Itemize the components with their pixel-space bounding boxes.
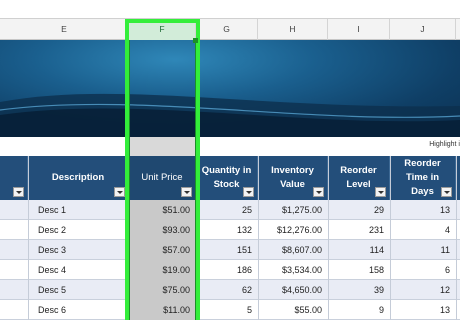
banner-wave-graphic — [0, 93, 460, 137]
header-cell-unit-price[interactable]: Unit Price — [129, 156, 196, 200]
filter-dropdown-icon[interactable] — [243, 187, 254, 197]
unit-price-cell[interactable]: $11.00 — [129, 300, 196, 320]
description-cell[interactable]: Desc 6 — [28, 300, 129, 320]
table-cell[interactable] — [0, 240, 28, 260]
filter-dropdown-icon[interactable] — [114, 187, 125, 197]
table-row: Desc 6 $11.00 5 $55.00 9 13 — [0, 300, 460, 320]
table-row: Desc 1 $51.00 25 $1,275.00 29 13 — [0, 200, 460, 220]
column-header-g[interactable]: G — [196, 19, 258, 40]
header-cell-quantity[interactable]: Quantity in Stock — [196, 156, 258, 200]
header-cell-inventory-value[interactable]: Inventory Value — [258, 156, 328, 200]
reorder-level-cell[interactable]: 39 — [328, 280, 390, 300]
gridline — [196, 156, 197, 320]
gridline — [258, 156, 259, 320]
fill-handle[interactable] — [193, 38, 198, 43]
quantity-cell[interactable]: 25 — [196, 200, 258, 220]
table-cell[interactable] — [0, 280, 28, 300]
table-row: Desc 5 $75.00 62 $4,650.00 39 12 — [0, 280, 460, 300]
gridline — [28, 156, 29, 320]
filter-dropdown-icon[interactable] — [313, 187, 324, 197]
description-cell[interactable]: Desc 5 — [28, 280, 129, 300]
description-cell[interactable]: Desc 4 — [28, 260, 129, 280]
column-header-h[interactable]: H — [258, 19, 328, 40]
reorder-time-cell[interactable]: 13 — [390, 300, 456, 320]
inventory-value-cell[interactable]: $4,650.00 — [258, 280, 328, 300]
header-unit-price-label: Unit Price — [141, 172, 183, 183]
filter-dropdown-icon[interactable] — [375, 187, 386, 197]
banner-image — [0, 40, 460, 137]
description-cell[interactable]: Desc 2 — [28, 220, 129, 240]
column-header-i[interactable]: I — [328, 19, 390, 40]
column-header-f[interactable]: F — [129, 19, 196, 40]
filter-dropdown-icon[interactable] — [181, 187, 192, 197]
filter-dropdown-icon[interactable] — [441, 187, 452, 197]
column-header-bar: E F G H I J — [0, 19, 460, 40]
gridline — [328, 156, 329, 320]
reorder-level-cell[interactable]: 29 — [328, 200, 390, 220]
reorder-level-cell[interactable]: 231 — [328, 220, 390, 240]
inventory-value-cell[interactable]: $3,534.00 — [258, 260, 328, 280]
header-cell-reorder-time[interactable]: Reorder Time in Days — [390, 156, 456, 200]
header-cell-key[interactable] — [0, 156, 28, 200]
table-cell[interactable] — [0, 200, 28, 220]
table-row: Desc 4 $19.00 186 $3,534.00 158 6 — [0, 260, 460, 280]
quantity-cell[interactable]: 151 — [196, 240, 258, 260]
quantity-cell[interactable]: 62 — [196, 280, 258, 300]
table-cell[interactable] — [0, 260, 28, 280]
gridline — [390, 156, 391, 320]
highlight-note: Highlight i — [429, 141, 460, 148]
reorder-level-cell[interactable]: 114 — [328, 240, 390, 260]
unit-price-cell[interactable]: $19.00 — [129, 260, 196, 280]
formula-bar[interactable] — [0, 0, 460, 19]
header-description-label: Description — [51, 172, 105, 183]
quantity-cell[interactable]: 132 — [196, 220, 258, 240]
quantity-cell[interactable]: 5 — [196, 300, 258, 320]
inventory-value-cell[interactable]: $12,276.00 — [258, 220, 328, 240]
unit-price-cell[interactable]: $57.00 — [129, 240, 196, 260]
quantity-cell[interactable]: 186 — [196, 260, 258, 280]
column-header-e[interactable]: E — [0, 19, 129, 40]
table-row: Desc 2 $93.00 132 $12,276.00 231 4 — [0, 220, 460, 240]
description-cell[interactable]: Desc 3 — [28, 240, 129, 260]
reorder-time-cell[interactable]: 11 — [390, 240, 456, 260]
reorder-time-cell[interactable]: 13 — [390, 200, 456, 220]
description-cell[interactable]: Desc 1 — [28, 200, 129, 220]
unit-price-cell[interactable]: $51.00 — [129, 200, 196, 220]
reorder-level-cell[interactable]: 9 — [328, 300, 390, 320]
unit-price-cell[interactable]: $93.00 — [129, 220, 196, 240]
header-cell-reorder-level[interactable]: Reorder Level — [328, 156, 390, 200]
note-row: Highlight i — [0, 137, 460, 156]
table-header-row: Description Unit Price Quantity in Stock… — [0, 156, 460, 200]
reorder-time-cell[interactable]: 4 — [390, 220, 456, 240]
inventory-value-cell[interactable]: $8,607.00 — [258, 240, 328, 260]
selected-empty-cell[interactable] — [129, 137, 195, 156]
column-header-j[interactable]: J — [390, 19, 456, 40]
reorder-time-cell[interactable]: 6 — [390, 260, 456, 280]
gridline — [456, 156, 457, 320]
filter-dropdown-icon[interactable] — [13, 187, 24, 197]
reorder-level-cell[interactable]: 158 — [328, 260, 390, 280]
header-cell-description[interactable]: Description — [28, 156, 129, 200]
inventory-value-cell[interactable]: $1,275.00 — [258, 200, 328, 220]
inventory-value-cell[interactable]: $55.00 — [258, 300, 328, 320]
reorder-time-cell[interactable]: 12 — [390, 280, 456, 300]
table-row: Desc 3 $57.00 151 $8,607.00 114 11 — [0, 240, 460, 260]
table-cell[interactable] — [0, 300, 28, 320]
table-cell[interactable] — [0, 220, 28, 240]
unit-price-cell[interactable]: $75.00 — [129, 280, 196, 300]
table-body: Desc 1 $51.00 25 $1,275.00 29 13 Desc 2 … — [0, 200, 460, 320]
